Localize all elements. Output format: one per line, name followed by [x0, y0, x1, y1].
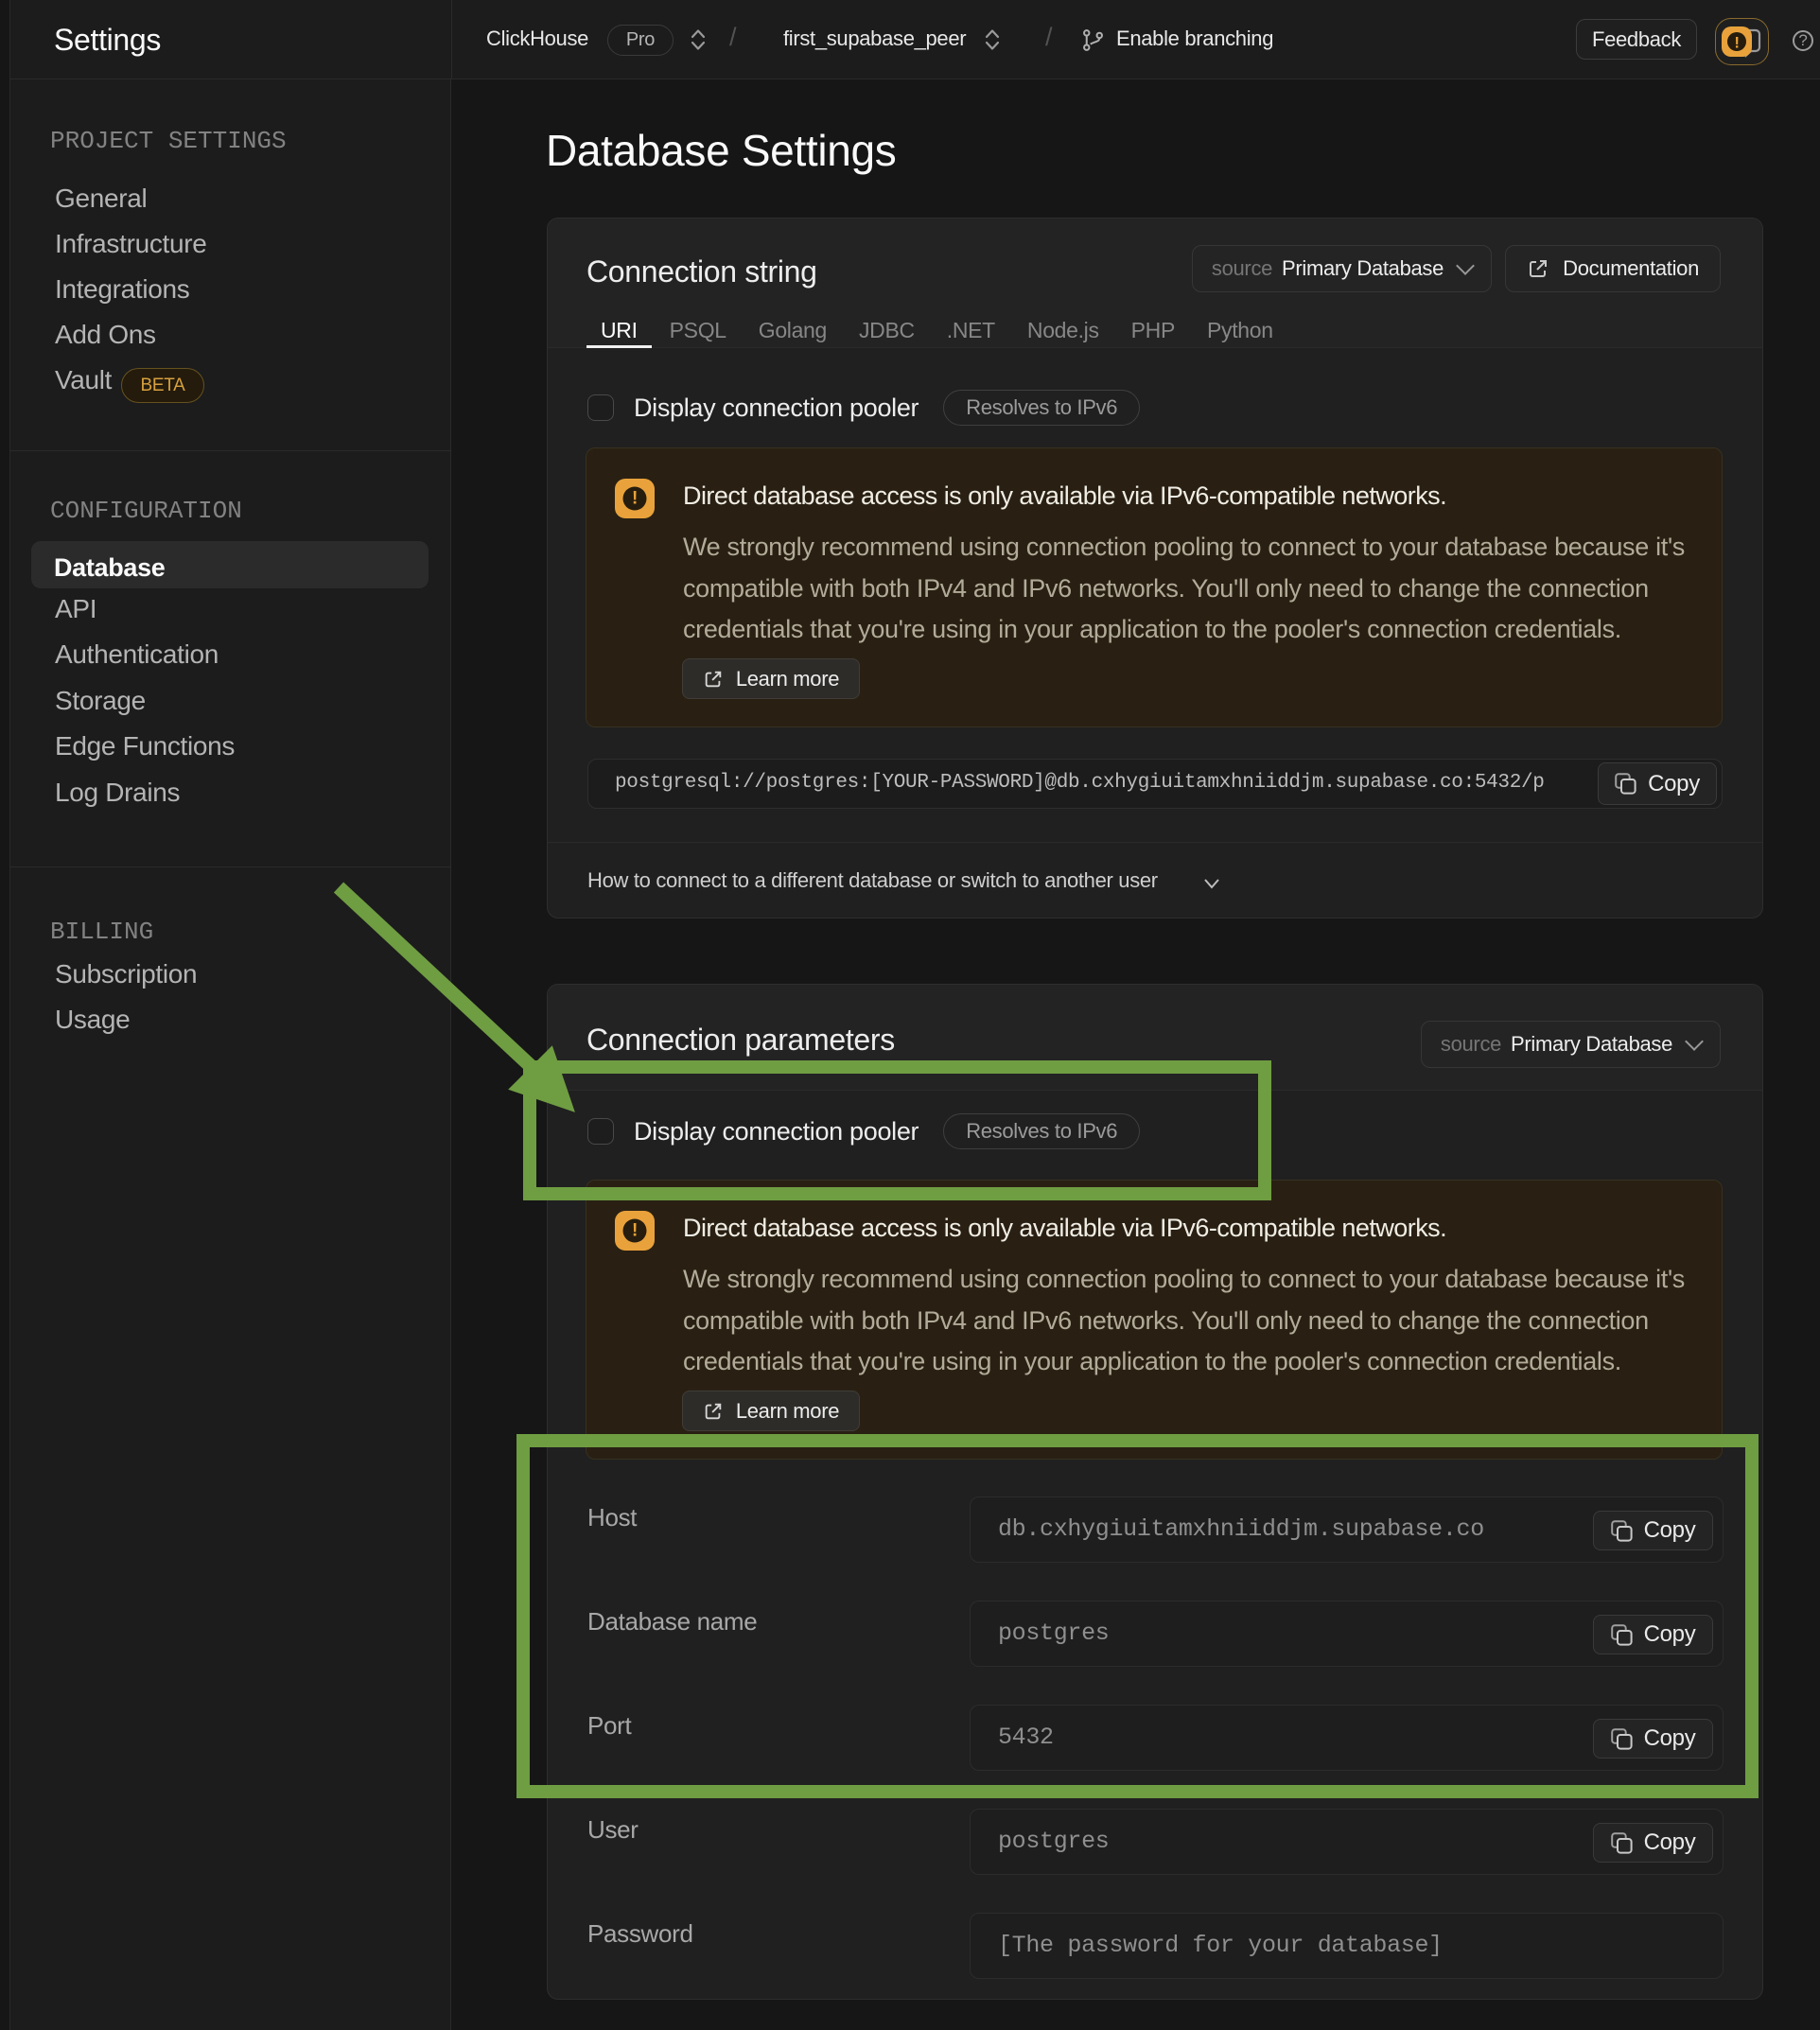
svg-text:!: ! — [1734, 34, 1739, 52]
